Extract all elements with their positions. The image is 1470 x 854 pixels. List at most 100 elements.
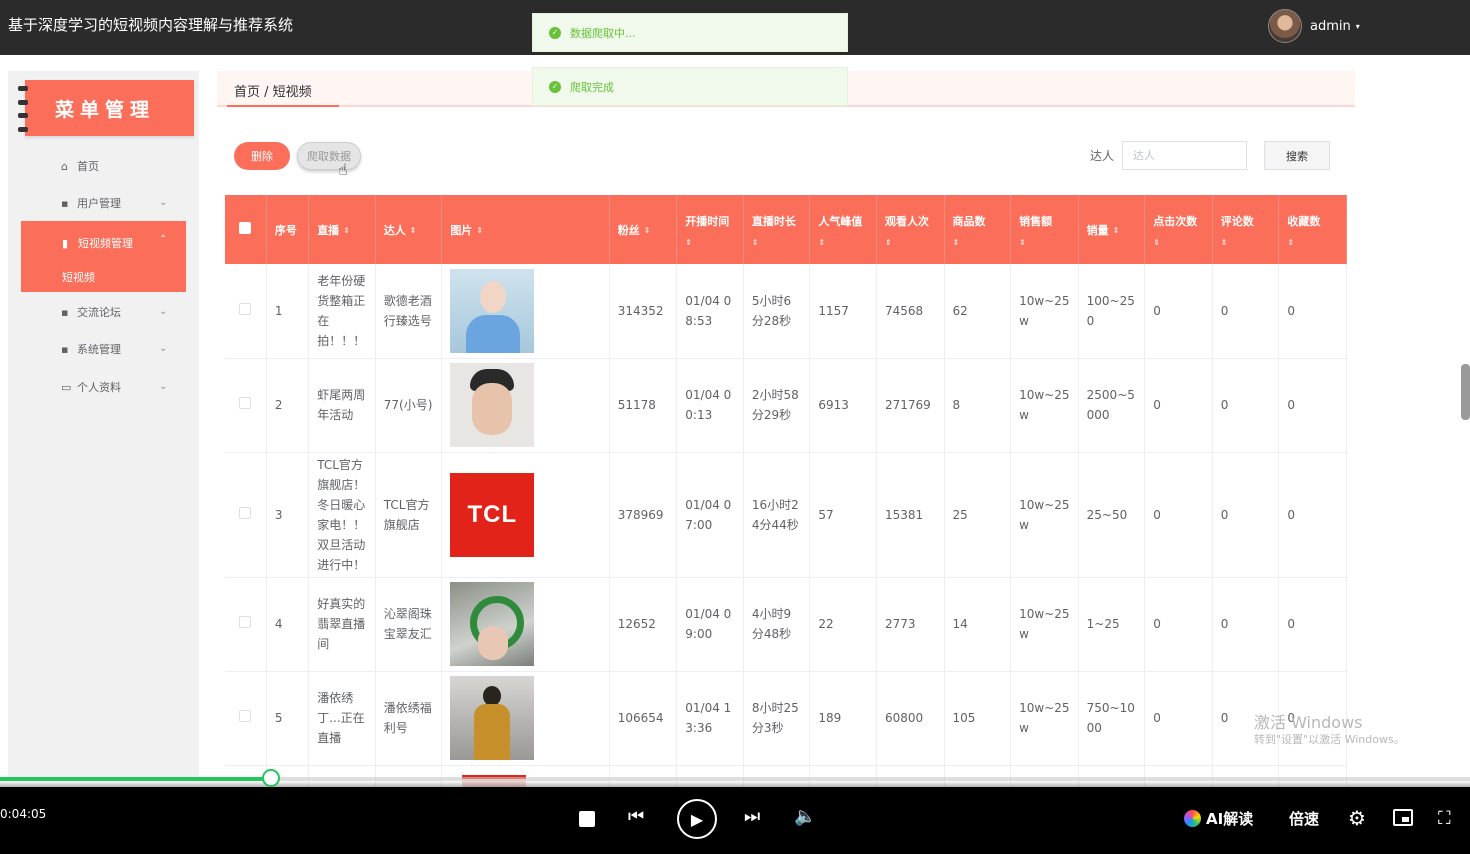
thumbnail-image[interactable]	[450, 268, 535, 353]
avatar[interactable]	[1268, 9, 1302, 43]
row-checkbox[interactable]	[225, 671, 267, 766]
stop-icon[interactable]	[579, 811, 595, 827]
thumbnail-image[interactable]	[450, 676, 535, 760]
row-checkbox[interactable]	[225, 452, 267, 578]
cell-views: 15381	[876, 452, 945, 578]
cell-image	[441, 577, 610, 672]
windows-watermark-subtitle: 转到"设置"以激活 Windows。	[1254, 733, 1405, 746]
cell-peak: 57	[809, 452, 877, 578]
notebook-rings	[18, 86, 28, 132]
cell-sales: 10w~25w	[1010, 358, 1079, 453]
cell-start: 01/04 07:00	[676, 452, 744, 578]
select-all-checkbox[interactable]	[225, 195, 267, 264]
table-row[interactable]: 1 老年份硬货整箱正在拍！！！ 歌德老酒行臻选号 314352 01/04 08…	[225, 264, 1347, 359]
cell-peak: 22	[809, 577, 877, 672]
sidebar-item-label: 系统管理	[77, 343, 121, 356]
video-progress-knob[interactable]	[262, 769, 280, 787]
cell-clicks: 0	[1144, 358, 1213, 453]
col-header-comments[interactable]: 评论数 ⇕	[1212, 195, 1280, 264]
sidebar-item-label: 个人资料	[77, 381, 121, 394]
table-row[interactable]: 3 TCL官方旗舰店！冬日暖心家电！！双旦活动进行中！ TCL官方旗舰店 TCL…	[225, 452, 1347, 578]
col-header-duration[interactable]: 直播时长 ⇕	[743, 195, 811, 264]
col-header-start-time[interactable]: 开播时间 ⇕	[676, 195, 744, 264]
sidebar-item-users[interactable]: ▪ 用户管理	[61, 195, 121, 211]
col-header-goods[interactable]: 商品数 ⇕	[944, 195, 1012, 264]
table-row[interactable]: 5 潘依绣丁...正在直播 潘依绣福利号 106654 01/04 13:36 …	[225, 671, 1347, 766]
cell-fans: 314352	[609, 264, 678, 359]
next-icon[interactable]: ⏭	[744, 806, 760, 827]
cell-fans: 51178	[609, 358, 678, 453]
cell-comments: 0	[1212, 358, 1280, 453]
sort-icon: ⇕	[952, 238, 960, 247]
sort-icon: ⇕	[409, 226, 417, 235]
col-header-sales[interactable]: 销售额 ⇕	[1010, 195, 1079, 264]
table-row[interactable]: 2 虾尾两周年活动 77(小号) 51178 01/04 00:13 2小时58…	[225, 358, 1347, 453]
search-button[interactable]: 搜索	[1264, 141, 1330, 170]
cell-comments: 0	[1212, 264, 1280, 359]
row-checkbox[interactable]	[225, 358, 267, 453]
cell-fans: 378969	[609, 452, 678, 578]
gear-icon[interactable]: ⚙	[1348, 806, 1366, 830]
thumbnail-image[interactable]	[450, 363, 535, 447]
search-input[interactable]	[1122, 141, 1247, 170]
user-menu[interactable]: admin ▾	[1268, 9, 1360, 43]
playback-speed-button[interactable]: 倍速	[1289, 808, 1319, 829]
table-header-row: 序号 直播 ⇕ 达人 ⇕ 图片 ⇕ 粉丝 ⇕ 开播时间 ⇕ 直播时长 ⇕ 人气峰值 ⇕ 观看人…	[225, 195, 1347, 264]
toast-text: 数据爬取中...	[570, 26, 636, 40]
sidebar-item-profile[interactable]: ▭ 个人资料	[61, 379, 121, 395]
delete-button[interactable]: 删除	[234, 142, 290, 170]
col-header-views[interactable]: 观看人次 ⇕	[876, 195, 945, 264]
cell-favorites: 0	[1278, 264, 1347, 359]
col-header-talent[interactable]: 达人 ⇕	[375, 195, 443, 264]
cell-fans: 12652	[609, 577, 678, 672]
page-scrollbar[interactable]	[1461, 364, 1470, 420]
volume-icon[interactable]: 🔈	[794, 806, 816, 827]
sidebar-item-label: 用户管理	[77, 197, 121, 210]
hand-cursor-icon: ☝	[338, 160, 348, 179]
sidebar-item-forum[interactable]: ▪ 交流论坛	[61, 304, 121, 320]
previous-icon[interactable]: ⏮	[628, 806, 644, 827]
cell-sales: 10w~25w	[1010, 671, 1079, 766]
sort-icon: ⇕	[884, 238, 892, 247]
picture-in-picture-icon[interactable]	[1393, 809, 1413, 826]
video-progress-fill	[0, 777, 265, 781]
col-header-favorites[interactable]: 收藏数 ⇕	[1278, 195, 1347, 264]
cell-goods: 14	[944, 577, 1012, 672]
col-header-peak[interactable]: 人气峰值 ⇕	[809, 195, 877, 264]
thumbnail-image[interactable]	[450, 582, 535, 666]
cell-no: 1	[266, 264, 310, 359]
sidebar-item-video-management[interactable]: ▮ 短视频管理 ⌃ 短视频	[21, 221, 186, 292]
username[interactable]: admin	[1310, 19, 1351, 34]
table-row[interactable]: 4 好真实的翡翠直播间 沁翠阁珠宝翠友汇 12652 01/04 09:00 4…	[225, 577, 1347, 672]
col-header-volume[interactable]: 销量 ⇕	[1078, 195, 1146, 264]
cell-clicks: 0	[1144, 671, 1213, 766]
ai-interpret-button[interactable]: AI解读	[1184, 808, 1253, 829]
row-checkbox[interactable]	[225, 577, 267, 672]
col-header-clicks[interactable]: 点击次数 ⇕	[1144, 195, 1213, 264]
col-header-live[interactable]: 直播 ⇕	[308, 195, 376, 264]
video-progress-bar[interactable]	[0, 777, 1470, 781]
fullscreen-icon[interactable]: ⛶	[1438, 808, 1451, 829]
crawl-data-button[interactable]: 爬取数据	[297, 142, 361, 170]
cell-image: TCL	[441, 452, 610, 578]
sidebar-item-system[interactable]: ▪ 系统管理	[61, 341, 121, 357]
caret-down-icon[interactable]: ▾	[1356, 22, 1360, 31]
cell-talent: 歌德老酒行臻选号	[375, 264, 443, 359]
sort-icon: ⇕	[818, 238, 826, 247]
sidebar-subitem-video[interactable]: 短视频	[62, 269, 95, 285]
sidebar-item-home[interactable]: ⌂ 首页	[61, 158, 99, 174]
col-header-fans[interactable]: 粉丝 ⇕	[609, 195, 678, 264]
row-checkbox[interactable]	[225, 264, 267, 359]
col-header-image[interactable]: 图片 ⇕	[441, 195, 610, 264]
cell-volume: 25~50	[1078, 452, 1146, 578]
cell-clicks: 0	[1144, 577, 1213, 672]
grid-icon: ▪	[61, 342, 69, 356]
play-icon[interactable]: ▶	[677, 799, 717, 839]
chevron-down-icon: ⌄	[159, 381, 168, 392]
breadcrumb: 首页 / 短视频	[234, 85, 312, 100]
cell-fans: 106654	[609, 671, 678, 766]
thumbnail-image[interactable]: TCL	[450, 472, 535, 557]
cell-favorites: 0	[1278, 452, 1347, 578]
playback-time: 0:04:05	[0, 807, 47, 821]
cell-goods: 105	[944, 671, 1012, 766]
